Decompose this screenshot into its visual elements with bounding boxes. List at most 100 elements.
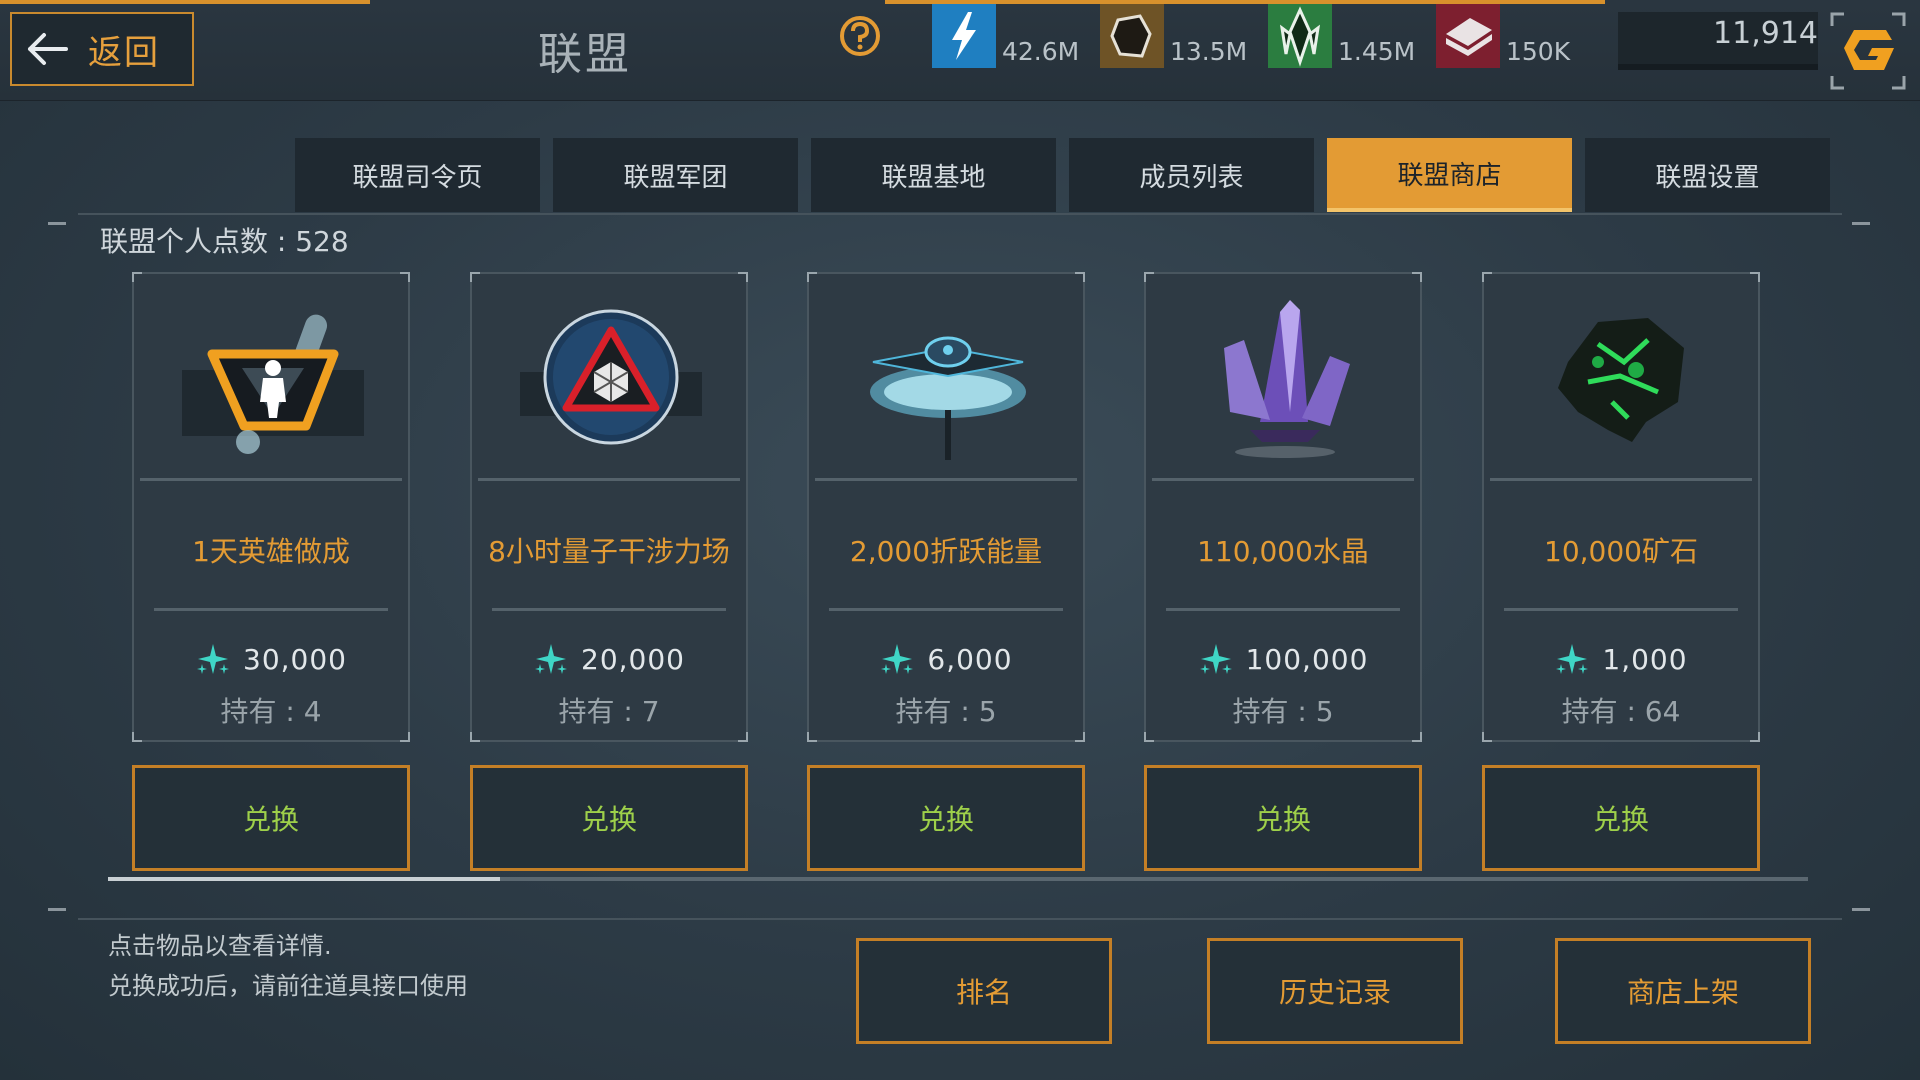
card-divider (829, 608, 1063, 611)
resource-value: 1.45M (1338, 37, 1416, 66)
alliance-point-icon (1199, 644, 1232, 674)
divider-mark (48, 222, 66, 225)
card-corner (1482, 732, 1492, 742)
help-icon[interactable] (838, 14, 882, 58)
card-divider (1504, 608, 1738, 611)
item-name: 2,000折跃能量 (849, 535, 1043, 568)
tab-alliance-command[interactable]: 联盟司令页 (295, 138, 540, 212)
card-corner (1750, 732, 1760, 742)
ore-icon (1100, 4, 1164, 68)
alloy-icon (1436, 4, 1500, 68)
redeem-button[interactable]: 兑换 (1482, 765, 1760, 871)
shop-listing-button[interactable]: 商店上架 (1555, 938, 1811, 1044)
premium-currency-icon[interactable] (1830, 12, 1906, 90)
page-title: 联盟 (538, 29, 632, 80)
alliance-point-icon (1556, 644, 1589, 674)
scrollbar-thumb[interactable] (108, 877, 500, 881)
card-corner (1412, 272, 1422, 282)
card-divider (815, 478, 1077, 481)
item-name: 8小时量子干涉力场 (488, 535, 730, 568)
tab-bar: 联盟司令页 联盟军团 联盟基地 成员列表 联盟商店 联盟设置 (295, 138, 1843, 214)
item-owned: 持有 : 7 (558, 695, 660, 728)
divider-mark (48, 908, 66, 911)
card-corner (470, 272, 480, 282)
redeem-button[interactable]: 兑换 (807, 765, 1085, 871)
card-corner (1075, 272, 1085, 282)
divider-mark (1852, 908, 1870, 911)
history-button[interactable]: 历史记录 (1207, 938, 1463, 1044)
card-corner (1144, 732, 1154, 742)
premium-currency-value: 11,914 (1713, 16, 1818, 51)
item-price-value: 1,000 (1602, 642, 1688, 676)
redeem-button[interactable]: 兑换 (1144, 765, 1422, 871)
card-divider (492, 608, 726, 611)
card-corner (807, 732, 817, 742)
crystal-cluster-icon (1224, 300, 1350, 458)
resource-ore[interactable]: 13.5M (1100, 4, 1247, 68)
item-price: 1,000 (1484, 642, 1758, 676)
item-owned: 持有 : 5 (1232, 695, 1334, 728)
card-corner (470, 732, 480, 742)
card-corner (1482, 272, 1492, 282)
card-divider (1490, 478, 1752, 481)
alliance-point-icon (197, 644, 229, 674)
warp-energy-icon (870, 336, 1026, 460)
arrow-left-icon (28, 33, 68, 65)
alliance-point-icon (881, 644, 914, 674)
item-name: 110,000水晶 (1197, 535, 1369, 568)
card-corner (1750, 272, 1760, 282)
item-price: 100,000 (1146, 642, 1420, 676)
card-corner (132, 732, 142, 742)
card-divider (154, 608, 388, 611)
divider-mark (1852, 222, 1870, 225)
card-corner (132, 272, 142, 282)
top-bar: 返回 联盟 42.6M 13.5M 1.45M 150K 11,914 (0, 0, 1920, 101)
item-price: 6,000 (809, 642, 1083, 676)
card-divider (140, 478, 402, 481)
hint-text: 兑换成功后，请前往道具接口使用 (108, 972, 468, 1000)
card-corner (400, 272, 410, 282)
back-button[interactable]: 返回 (10, 12, 194, 86)
tab-alliance-settings[interactable]: 联盟设置 (1585, 138, 1830, 212)
shop-item-card[interactable]: 2,000折跃能量 6,000 持有 : 5 (807, 272, 1085, 742)
resource-value: 150K (1506, 37, 1571, 66)
shop-item-card[interactable]: 1天英雄做成 30,000 持有 : 4 (132, 272, 410, 742)
item-price-value: 6,000 (927, 642, 1013, 676)
item-price: 20,000 (472, 642, 746, 676)
card-corner (1075, 732, 1085, 742)
energy-icon (932, 4, 996, 68)
shop-item-card[interactable]: 110,000水晶 100,000 持有 : 5 (1144, 272, 1422, 742)
tab-member-list[interactable]: 成员列表 (1069, 138, 1314, 212)
card-corner (400, 732, 410, 742)
hint-text: 点击物品以查看详情. (108, 932, 332, 960)
item-price-value: 100,000 (1245, 642, 1369, 676)
resource-energy[interactable]: 42.6M (932, 4, 1079, 68)
shop-item-card[interactable]: 8小时量子干涉力场 20,000 持有 : 7 (470, 272, 748, 742)
resource-alloy[interactable]: 150K (1436, 4, 1570, 68)
resource-crystal[interactable]: 1.45M (1268, 4, 1415, 68)
divider (78, 918, 1842, 920)
item-owned: 持有 : 4 (220, 695, 322, 728)
top-accent-line (0, 0, 370, 4)
back-label: 返回 (88, 32, 160, 73)
shop-item-card[interactable]: 10,000矿石 1,000 持有 : 64 (1482, 272, 1760, 742)
card-corner (807, 272, 817, 282)
card-corner (738, 732, 748, 742)
quantum-shield-icon (520, 309, 702, 445)
item-owned: 持有 : 5 (895, 695, 997, 728)
redeem-button[interactable]: 兑换 (470, 765, 748, 871)
tab-alliance-shop[interactable]: 联盟商店 (1327, 138, 1572, 212)
redeem-button[interactable]: 兑换 (132, 765, 410, 871)
tab-alliance-legion[interactable]: 联盟军团 (553, 138, 798, 212)
card-divider (1166, 608, 1400, 611)
item-name: 1天英雄做成 (192, 535, 350, 568)
alliance-points: 联盟个人点数 : 528 (100, 225, 349, 258)
item-price-value: 30,000 (243, 642, 347, 676)
card-divider (1152, 478, 1414, 481)
alliance-point-icon (535, 644, 567, 674)
divider (78, 213, 1842, 215)
tab-alliance-base[interactable]: 联盟基地 (811, 138, 1056, 212)
green-ore-icon (1558, 318, 1684, 442)
item-price: 30,000 (134, 642, 408, 676)
ranking-button[interactable]: 排名 (856, 938, 1112, 1044)
